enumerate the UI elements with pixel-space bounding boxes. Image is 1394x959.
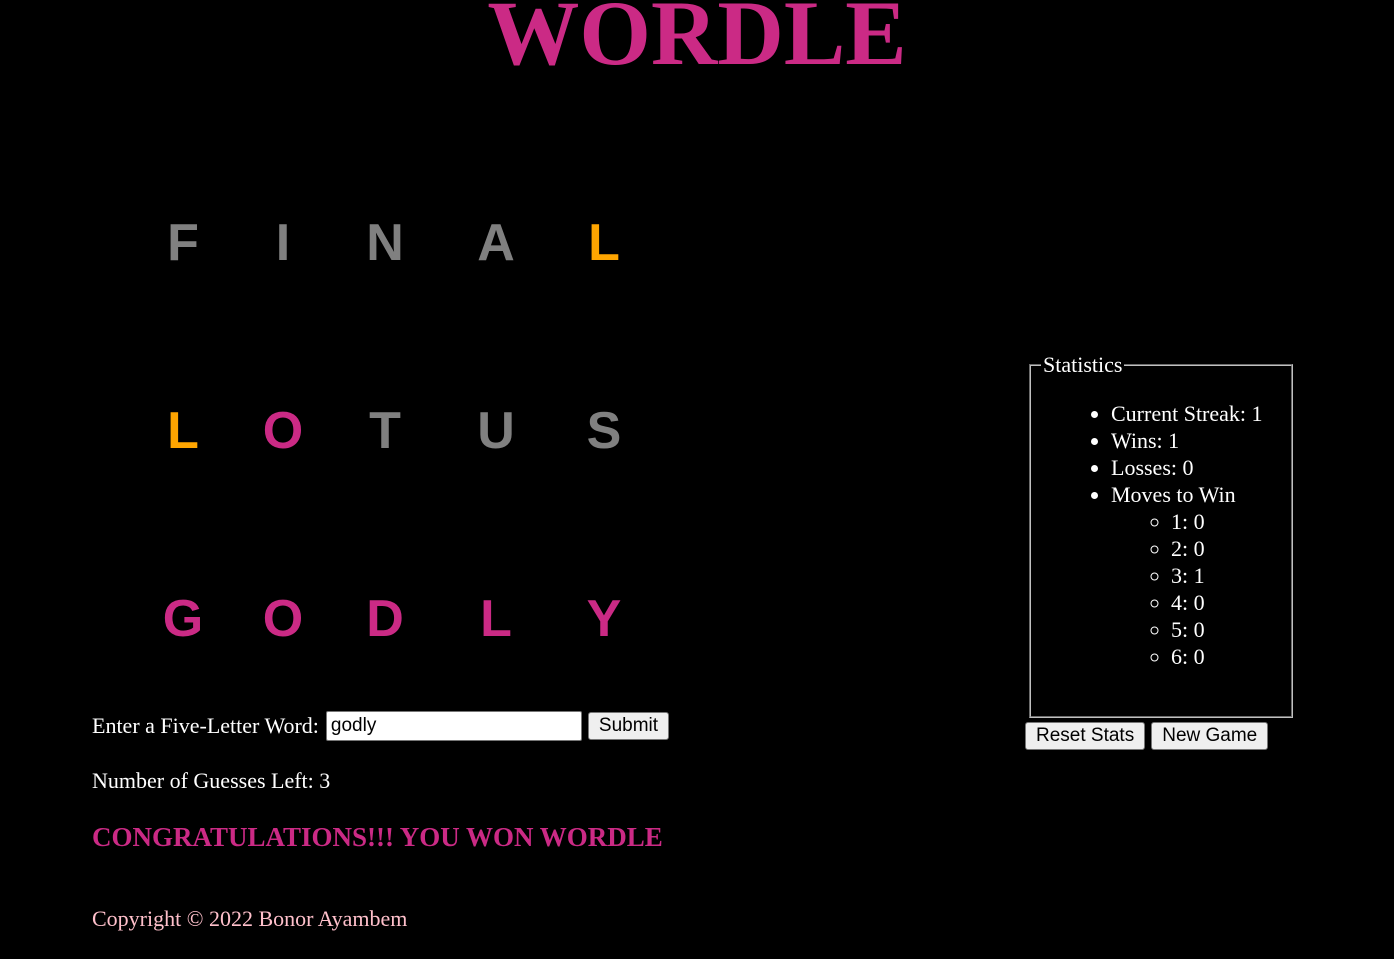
guess-label: Enter a Five-Letter Word: xyxy=(92,713,319,738)
moves-list: 1: 02: 03: 14: 05: 06: 0 xyxy=(1111,508,1291,670)
new-game-button[interactable]: New Game xyxy=(1151,722,1269,750)
letter-tile-correct: D xyxy=(366,590,404,648)
letter-tile-present: L xyxy=(167,402,199,460)
moves-item: 1: 0 xyxy=(1171,508,1291,535)
page-title: WORDLE xyxy=(487,0,907,84)
moves-item: 4: 0 xyxy=(1171,589,1291,616)
letter-tile-correct: L xyxy=(480,590,512,648)
letter-tile-absent: T xyxy=(369,402,401,460)
letter-tile-absent: N xyxy=(366,214,404,272)
moves-item: 6: 0 xyxy=(1171,643,1291,670)
submit-button[interactable]: Submit xyxy=(587,712,670,740)
letter-tile-present: L xyxy=(588,214,620,272)
guess-input[interactable] xyxy=(325,711,582,741)
copyright: Copyright © 2022 Bonor Ayambem xyxy=(92,906,408,931)
win-message: CONGRATULATIONS!!! YOU WON WORDLE xyxy=(92,822,663,852)
letter-tile-correct: O xyxy=(262,590,304,648)
guess-form: Enter a Five-Letter Word: Submit xyxy=(92,711,670,741)
stats-buttons: Reset Stats New Game xyxy=(1025,722,1269,750)
moves-label: Moves to Win xyxy=(1111,482,1236,507)
letter-tile-absent: F xyxy=(167,214,199,272)
letter-tile-absent: S xyxy=(586,402,622,460)
statistics-list: Current Streak: 1 Wins: 1 Losses: 0 Move… xyxy=(1031,400,1291,670)
board-row: LOTUS xyxy=(140,401,660,461)
board-row: GO D L Y xyxy=(140,589,660,649)
letter-tile-correct: O xyxy=(262,402,304,460)
reset-stats-button[interactable]: Reset Stats xyxy=(1025,722,1146,750)
stat-moves-to-win: Moves to Win 1: 02: 03: 14: 05: 06: 0 xyxy=(1111,481,1291,670)
moves-item: 2: 0 xyxy=(1171,535,1291,562)
moves-item: 3: 1 xyxy=(1171,562,1291,589)
stat-losses: Losses: 0 xyxy=(1111,454,1291,481)
letter-tile-correct: G xyxy=(162,590,204,648)
letter-tile-absent: A xyxy=(477,214,515,272)
letter-tile-correct: Y xyxy=(586,590,622,648)
letter-tile-absent: U xyxy=(477,402,515,460)
stat-current-streak: Current Streak: 1 xyxy=(1111,400,1291,427)
statistics-legend: Statistics xyxy=(1043,352,1123,377)
moves-item: 5: 0 xyxy=(1171,616,1291,643)
letter-tile-absent: I xyxy=(275,214,291,272)
board-row: FINAL xyxy=(140,213,660,273)
guesses-left: Number of Guesses Left: 3 xyxy=(92,768,331,793)
statistics-panel: Statistics Current Streak: 1 Wins: 1 Los… xyxy=(1029,352,1293,718)
stat-wins: Wins: 1 xyxy=(1111,427,1291,454)
